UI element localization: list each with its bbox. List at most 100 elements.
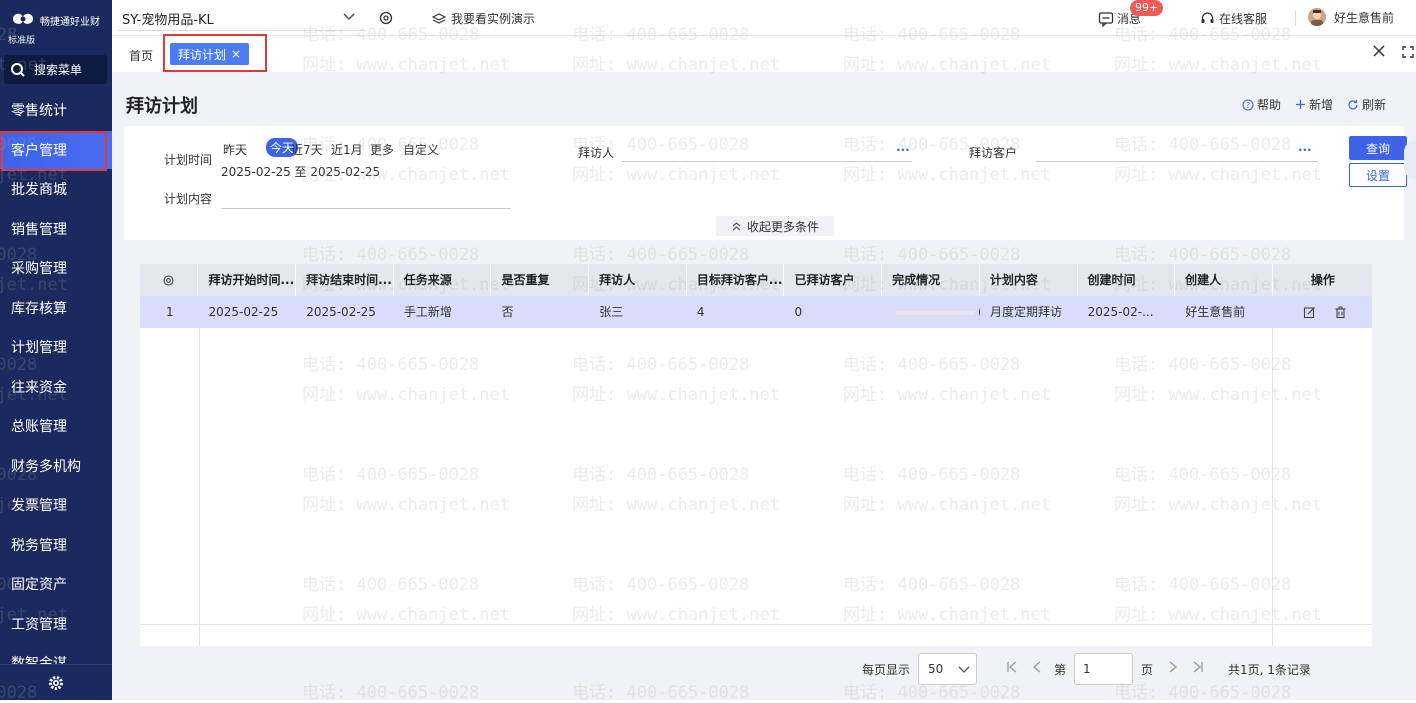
- quick-yesterday[interactable]: 昨天: [223, 141, 247, 158]
- refresh-icon: [1348, 99, 1358, 110]
- sidebar-item-payroll[interactable]: 工资管理: [0, 605, 112, 643]
- gear-icon: [49, 675, 63, 690]
- sidebar-item-inventory[interactable]: 库存核算: [0, 289, 112, 327]
- add-label: 新增: [1309, 98, 1334, 112]
- demo-label: 我要看实例演示: [451, 12, 536, 26]
- app-edition: 标准版: [8, 36, 36, 46]
- sidebar-settings-button[interactable]: [0, 664, 112, 700]
- customer-input[interactable]: [1036, 161, 1318, 162]
- message-count-badge: 99+: [1130, 0, 1164, 16]
- online-service-button[interactable]: 在线客服: [1200, 10, 1267, 27]
- demo-link[interactable]: 我要看实例演示: [432, 10, 535, 27]
- tab-visit-plan[interactable]: 拜访计划 ×: [170, 43, 250, 65]
- sidebar-item-plan[interactable]: 计划管理: [0, 328, 112, 366]
- visitor-input[interactable]: [622, 161, 912, 162]
- first-page-icon[interactable]: [1005, 660, 1019, 674]
- per-page-value: 50: [928, 662, 944, 676]
- sidebar-item-multi-org[interactable]: 财务多机构: [0, 447, 112, 485]
- settings-button[interactable]: 设置: [1349, 163, 1407, 187]
- tab-visit-plan-label: 拜访计划: [178, 47, 227, 62]
- sidebar-item-invoice[interactable]: 发票管理: [0, 486, 112, 524]
- visit-plan-table: 拜访开始时间... 拜访结束时间... 任务来源 是否重复 拜访人 目标拜访客户…: [140, 264, 1372, 646]
- column-creator[interactable]: 创建人: [1175, 264, 1273, 296]
- user-menu[interactable]: 好生意售前: [1308, 8, 1394, 26]
- cell-source: 手工新增: [403, 305, 452, 319]
- sidebar-item-tax[interactable]: 税务管理: [0, 526, 112, 564]
- search-icon: [11, 62, 25, 77]
- fullscreen-icon[interactable]: [1402, 46, 1414, 58]
- headset-icon: [1201, 12, 1214, 23]
- cell-start-time: 2025-02-25: [208, 305, 279, 319]
- completion-progress-bar: [896, 310, 975, 315]
- column-end-time[interactable]: 拜访结束时间...: [296, 264, 394, 296]
- tabs-bar: 首页 拜访计划 ×: [112, 34, 1416, 72]
- cell-actions: [1273, 296, 1372, 328]
- quick-custom[interactable]: 自定义: [403, 141, 439, 158]
- page-suffix: 页: [1141, 663, 1154, 677]
- table-divider-right: [1272, 328, 1273, 646]
- column-visited-customers[interactable]: 已拜访客户: [784, 264, 883, 296]
- refresh-label: 刷新: [1362, 98, 1387, 112]
- column-start-time[interactable]: 拜访开始时间...: [198, 264, 297, 296]
- chevron-down-icon[interactable]: [342, 10, 356, 24]
- quick-more[interactable]: 更多: [370, 141, 394, 158]
- content-input[interactable]: [221, 208, 511, 209]
- column-created-time[interactable]: 创建时间: [1078, 264, 1176, 296]
- logo-icon: [13, 13, 33, 24]
- search-menu-button[interactable]: 搜索菜单: [4, 55, 107, 84]
- edit-icon[interactable]: [1303, 306, 1316, 319]
- close-tab-icon[interactable]: ×: [231, 47, 241, 61]
- sidebar-item-funds[interactable]: 往来资金: [0, 368, 112, 406]
- visitor-picker-button[interactable]: ...: [896, 140, 910, 154]
- column-source[interactable]: 任务来源: [394, 264, 492, 296]
- sidebar-item-retail-stats[interactable]: 零售统计: [0, 91, 112, 129]
- add-button[interactable]: 新增: [1295, 96, 1333, 113]
- delete-icon[interactable]: [1334, 306, 1347, 319]
- service-label: 在线客服: [1219, 12, 1268, 26]
- page-number-input[interactable]: 1: [1074, 653, 1133, 685]
- query-button[interactable]: 查询: [1349, 136, 1407, 160]
- column-settings[interactable]: [140, 264, 199, 296]
- quick-last-month[interactable]: 近1月: [331, 141, 363, 158]
- filter-panel: 计划时间 昨天 今天 近7天 近1月 更多 自定义 2025-02-25 至 2…: [124, 126, 1407, 240]
- column-plan-content[interactable]: 计划内容: [980, 264, 1078, 296]
- table-divider-left: [199, 328, 200, 646]
- divider: [1295, 10, 1296, 26]
- company-selector[interactable]: SY-宠物用品-KL: [122, 9, 214, 28]
- per-page-select[interactable]: 50: [918, 653, 977, 685]
- sidebar-item-customer-management[interactable]: 客户管理: [0, 131, 112, 169]
- search-menu-label: 搜索菜单: [34, 63, 83, 77]
- column-target-customers[interactable]: 目标拜访客户...: [687, 264, 785, 296]
- app-logo[interactable]: 畅捷通好业财 标准版: [8, 8, 108, 48]
- quick-last-7-days[interactable]: 近7天: [291, 141, 323, 158]
- customer-picker-button[interactable]: ...: [1298, 140, 1312, 154]
- help-button[interactable]: ? 帮助: [1242, 96, 1281, 113]
- sidebar-item-purchase[interactable]: 采购管理: [0, 249, 112, 287]
- close-icon[interactable]: [1372, 44, 1386, 58]
- date-range-value[interactable]: 2025-02-25 至 2025-02-25: [221, 163, 380, 180]
- side-handle[interactable]: [1404, 140, 1416, 180]
- sidebar-item-ledger[interactable]: 总账管理: [0, 407, 112, 445]
- sidebar-item-sales[interactable]: 销售管理: [0, 210, 112, 248]
- column-completion[interactable]: 完成情况: [882, 264, 980, 296]
- user-name: 好生意售前: [1334, 10, 1395, 25]
- table-divider-bottom: [140, 624, 1372, 625]
- sidebar-item-fixed-assets[interactable]: 固定资产: [0, 565, 112, 603]
- last-page-icon[interactable]: [1191, 660, 1205, 674]
- sidebar-item-wholesale-mall[interactable]: 批发商城: [0, 170, 112, 208]
- chevron-up-icon: [732, 221, 741, 230]
- cell-plan-content: 月度定期拜访: [989, 305, 1062, 319]
- column-visitor[interactable]: 拜访人: [589, 264, 687, 296]
- refresh-button[interactable]: 刷新: [1347, 96, 1386, 113]
- main-content: 拜访计划 ? 帮助 新增 刷新 计划时间 昨天 今天 近7天 近1月 更多 自定…: [112, 72, 1416, 700]
- collapse-conditions-button[interactable]: 收起更多条件: [716, 216, 834, 236]
- prev-page-icon[interactable]: [1030, 660, 1044, 674]
- table-row[interactable]: 1 2025-02-25 2025-02-25 手工新增 否 张三 4 0 ( …: [140, 296, 1372, 328]
- next-page-icon[interactable]: [1166, 660, 1180, 674]
- column-repeat[interactable]: 是否重复: [491, 264, 590, 296]
- chevron-down-icon: [958, 666, 970, 673]
- settings-icon[interactable]: [378, 10, 394, 26]
- total-records: 共1页, 1条记录: [1228, 663, 1311, 677]
- visitor-label: 拜访人: [578, 146, 615, 160]
- tab-home[interactable]: 首页: [129, 47, 153, 64]
